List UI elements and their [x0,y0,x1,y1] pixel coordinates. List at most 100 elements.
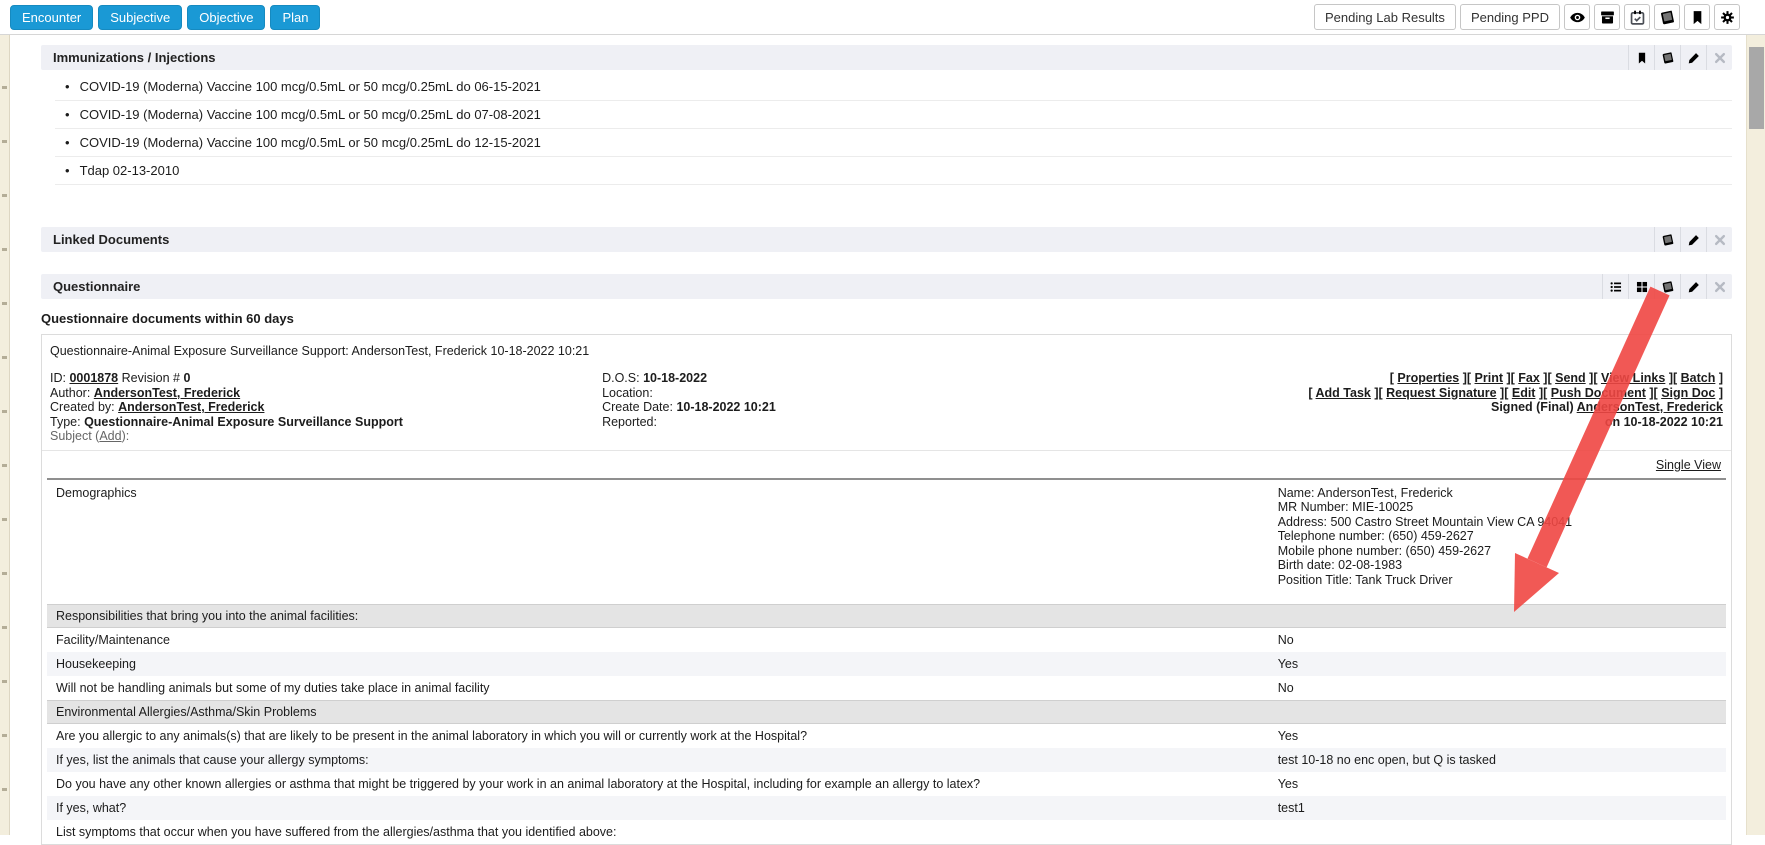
signed-by-link[interactable]: AndersonTest, Frederick [1577,400,1723,414]
top-toolbar: Encounter Subjective Objective Plan Pend… [0,0,1765,35]
encounter-button[interactable]: Encounter [10,5,93,30]
qa-row: Responsibilities that bring you into the… [47,604,1726,628]
demographic-line: Name: AndersonTest, Frederick [1278,486,1726,501]
answer-cell: Yes [1278,729,1726,743]
book-icon[interactable] [1654,4,1680,30]
question-cell: Facility/Maintenance [47,633,1278,647]
document-type-line: Type: Questionnaire-Animal Exposure Surv… [50,415,602,430]
doc-action-link[interactable]: Request Signature [1386,386,1496,400]
bookmark-icon[interactable] [1628,45,1654,70]
calendar-check-icon[interactable] [1624,4,1650,30]
qa-row: If yes, what? test1 [47,796,1726,820]
doc-action-link[interactable]: Add Task [1316,386,1371,400]
document-actions: Properties Print Fax Send View Links Batch Ad… [1054,371,1723,444]
bookmark-icon[interactable] [1684,4,1710,30]
archive-icon[interactable] [1594,4,1620,30]
questionnaire-section-header: Questionnaire [41,274,1732,299]
doc-action: Request Signature [1379,386,1505,400]
question-cell: Housekeeping [47,657,1278,671]
left-panel-edge[interactable] [0,35,10,835]
objective-button[interactable]: Objective [187,5,265,30]
doc-action-link[interactable]: Print [1475,371,1503,385]
book-icon[interactable] [1654,274,1680,299]
doc-action-link[interactable]: Push Document [1551,386,1646,400]
immunization-text: COVID-19 (Moderna) Vaccine 100 mcg/0.5mL… [80,135,541,150]
signed-status: Signed (Final) [1491,400,1574,414]
subjective-button[interactable]: Subjective [98,5,182,30]
toolbar-right-group: Pending Lab Results Pending PPD [1314,4,1740,30]
doc-action: Edit [1504,386,1543,400]
doc-action-link[interactable]: Properties [1397,371,1459,385]
doc-action: Send [1547,371,1593,385]
document-subject-line: Subject (Add): [50,429,602,444]
revision-value: 0 [183,371,190,385]
close-icon[interactable] [1706,274,1732,299]
qa-row: List symptoms that occur when you have s… [47,820,1726,844]
questionnaire-document-card: Questionnaire-Animal Exposure Surveillan… [41,334,1732,845]
location-label: Location: [602,386,653,400]
create-date-label: Create Date: [602,400,673,414]
close-icon[interactable] [1706,227,1732,252]
settings-gears-icon[interactable] [1714,4,1740,30]
qa-rows: Responsibilities that bring you into the… [47,604,1726,844]
demographic-line: Birth date: 02-08-1983 [1278,558,1726,573]
demographics-row: Demographics Name: AndersonTest, Frederi… [47,480,1726,604]
qa-row: Facility/Maintenance No [47,628,1726,652]
author-link[interactable]: AndersonTest, Frederick [94,386,240,400]
type-value: Questionnaire-Animal Exposure Surveillan… [84,415,403,429]
doc-action-link[interactable]: Sign Doc [1661,386,1715,400]
eye-icon[interactable] [1564,4,1590,30]
pencil-icon[interactable] [1680,274,1706,299]
document-info-left: ID: 0001878 Revision # 0 Author: Anderso… [50,371,602,444]
immunizations-title: Immunizations / Injections [53,50,216,65]
grid-view-icon[interactable] [1628,274,1654,299]
scrollbar-thumb[interactable] [1749,47,1764,129]
document-created-by-line: Created by: AndersonTest, Frederick [50,400,602,415]
id-label: ID: [50,371,66,385]
doc-action-link[interactable]: Send [1555,371,1586,385]
document-id-link[interactable]: 0001878 [69,371,118,385]
created-by-label: Created by: [50,400,115,414]
demographic-line: Position Title: Tank Truck Driver [1278,573,1726,588]
pencil-icon[interactable] [1680,45,1706,70]
type-label: Type: [50,415,81,429]
doc-action-link[interactable]: Batch [1681,371,1716,385]
demographic-line: Mobile phone number: (650) 459-2627 [1278,544,1726,559]
document-actions-row1: Properties Print Fax Send View Links Batch [1054,371,1723,386]
reported-line: Reported: [602,415,1054,430]
questionnaire-header-icons [1602,274,1732,299]
doc-action-link[interactable]: View Links [1601,371,1665,385]
immunization-item: COVID-19 (Moderna) Vaccine 100 mcg/0.5mL… [55,101,1732,129]
doc-action-link[interactable]: Edit [1512,386,1536,400]
document-info-middle: D.O.S: 10-18-2022 Location: Create Date:… [602,371,1054,444]
close-icon[interactable] [1706,45,1732,70]
pending-lab-results-button[interactable]: Pending Lab Results [1314,4,1456,30]
document-id-line: ID: 0001878 Revision # 0 [50,371,602,386]
single-view-link[interactable]: Single View [1656,458,1721,472]
demographic-line: MR Number: MIE-10025 [1278,500,1726,515]
question-cell: Are you allergic to any animals(s) that … [47,729,1278,743]
doc-action-link[interactable]: Fax [1518,371,1540,385]
doc-action: Fax [1511,371,1548,385]
reported-label: Reported: [602,415,657,429]
subject-add-link[interactable]: Add [99,429,121,443]
revision-label: Revision # [122,371,180,385]
book-icon[interactable] [1654,227,1680,252]
plan-button[interactable]: Plan [270,5,320,30]
question-cell: If yes, what? [47,801,1278,815]
created-by-link[interactable]: AndersonTest, Frederick [118,400,264,414]
immunization-item: Tdap 02-13-2010 [55,157,1732,185]
qa-row: Will not be handling animals but some of… [47,676,1726,700]
question-cell: Responsibilities that bring you into the… [47,609,1278,623]
demographics-label: Demographics [47,486,1278,588]
location-line: Location: [602,386,1054,401]
pending-ppd-button[interactable]: Pending PPD [1460,4,1560,30]
list-view-icon[interactable] [1602,274,1628,299]
pencil-icon[interactable] [1680,227,1706,252]
vertical-scrollbar[interactable] [1746,35,1765,835]
linked-documents-section-header: Linked Documents [41,227,1732,252]
subject-suffix: ): [122,429,130,443]
book-icon[interactable] [1654,45,1680,70]
immunizations-section-header: Immunizations / Injections [41,45,1732,70]
answer-cell: No [1278,681,1726,695]
